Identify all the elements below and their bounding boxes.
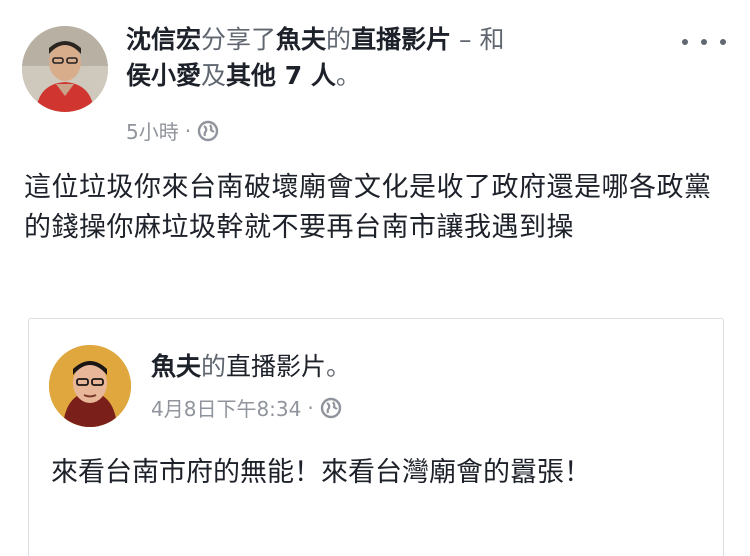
more-options-icon[interactable] bbox=[682, 32, 726, 52]
period-text: 。 bbox=[335, 61, 361, 90]
meta-separator: · bbox=[184, 118, 192, 143]
shared-period: 。 bbox=[326, 352, 352, 381]
shared-page-avatar[interactable] bbox=[49, 345, 131, 427]
tagged-user-link[interactable]: 侯小愛 bbox=[126, 61, 201, 90]
shared-post-card[interactable]: 魚夫的直播影片。 4月8日下午8:34 · 來看台南市府的無能！來看台灣廟會的囂… bbox=[28, 318, 724, 556]
shared-verb: 分享了 bbox=[201, 25, 277, 54]
shared-post-meta: 4月8日下午8:34 · bbox=[151, 393, 342, 422]
globe-icon[interactable] bbox=[320, 397, 342, 419]
and-text: 及 bbox=[201, 61, 227, 90]
author-avatar[interactable] bbox=[22, 26, 108, 112]
post-timestamp[interactable]: 5小時 bbox=[126, 116, 179, 145]
post-body-text: 這位垃圾你來台南破壞廟會文化是收了政府還是哪各政黨的錢操你麻垃圾幹就不要再台南市… bbox=[24, 172, 712, 243]
post-meta: 5小時 · bbox=[126, 116, 219, 145]
facebook-post: 沈信宏分享了魚夫的直播影片 – 和侯小愛及其他 7 人。 5小時 · 這位垃圾你… bbox=[0, 0, 750, 556]
shared-content-type[interactable]: 直播影片 bbox=[226, 352, 326, 381]
shared-post-header: 魚夫的直播影片。 bbox=[151, 347, 351, 383]
shared-page-link[interactable]: 魚夫 bbox=[276, 25, 326, 54]
shared-timestamp[interactable]: 4月8日下午8:34 bbox=[151, 393, 301, 422]
post-header: 沈信宏分享了魚夫的直播影片 – 和侯小愛及其他 7 人。 bbox=[126, 22, 686, 94]
possessive-text: 的 bbox=[326, 25, 352, 54]
with-text: – 和 bbox=[451, 25, 505, 54]
shared-page-name[interactable]: 魚夫 bbox=[151, 352, 201, 381]
shared-meta-separator: · bbox=[307, 395, 314, 420]
shared-possessive: 的 bbox=[201, 352, 227, 381]
shared-post-text: 來看台南市府的無能！來看台灣廟會的囂張！ bbox=[51, 457, 591, 488]
others-link[interactable]: 其他 7 人 bbox=[226, 61, 336, 90]
globe-icon[interactable] bbox=[197, 120, 219, 142]
author-name[interactable]: 沈信宏 bbox=[126, 25, 201, 54]
content-type-link[interactable]: 直播影片 bbox=[351, 25, 451, 54]
